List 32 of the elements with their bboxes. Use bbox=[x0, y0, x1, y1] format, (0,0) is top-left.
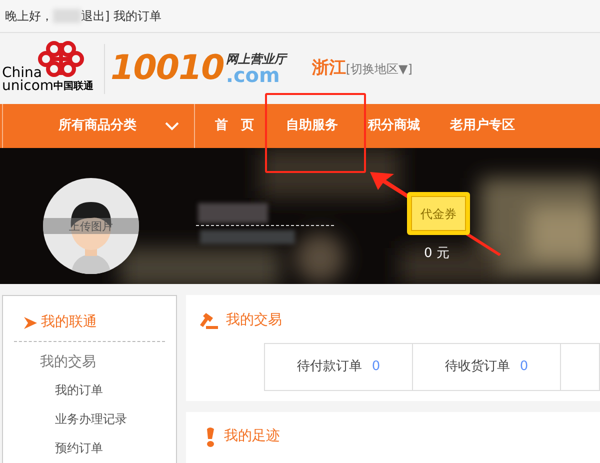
region-name: 浙江 bbox=[312, 56, 346, 80]
sidebar-item[interactable]: 业务办理记录 bbox=[14, 402, 165, 431]
logo-text: China bbox=[2, 66, 42, 80]
nav-link[interactable]: 自助服务 bbox=[286, 116, 338, 136]
my-orders-link[interactable]: 我的订单 bbox=[114, 7, 162, 25]
order-count-cell[interactable]: 待收货订单 0 bbox=[412, 343, 561, 391]
voucher-label: 代金券 bbox=[420, 206, 456, 222]
section-title: 我的足迹 bbox=[224, 427, 280, 446]
nav-link[interactable]: 首 页 bbox=[215, 116, 254, 136]
section-title: 我的交易 bbox=[226, 311, 282, 330]
nav-link[interactable]: 积分商城 bbox=[368, 116, 420, 136]
nav-link[interactable]: 老用户专区 bbox=[450, 116, 515, 136]
logout-link[interactable]: 退出] bbox=[81, 7, 110, 25]
site-number: 10010 bbox=[110, 47, 224, 90]
chevron-down-icon bbox=[164, 122, 178, 130]
order-count-cell bbox=[560, 343, 600, 391]
greeting-text: 晚上好， bbox=[5, 8, 53, 25]
voucher-amount: 0 元 bbox=[424, 245, 450, 263]
blurred-username bbox=[198, 203, 268, 223]
blurred-username bbox=[53, 9, 81, 23]
site-domain: .com bbox=[226, 64, 280, 84]
arrow-right-icon bbox=[24, 316, 37, 328]
sidebar-item[interactable]: 预约订单 bbox=[14, 431, 165, 460]
sidebar-item[interactable]: 我的订单 bbox=[14, 373, 165, 402]
sidebar-section[interactable]: 我的交易 bbox=[14, 342, 165, 373]
order-count-cell[interactable]: 待付款订单 0 bbox=[264, 343, 413, 391]
logo-text: unicom bbox=[2, 80, 54, 92]
sidebar-title: 我的联通 bbox=[41, 313, 97, 332]
switch-region-link[interactable]: [切换地区▼] bbox=[346, 60, 412, 78]
logo-chinese-text: 中国联通 bbox=[54, 80, 94, 92]
site-title: 网上营业厅 bbox=[226, 52, 286, 64]
hammer-icon bbox=[200, 312, 218, 328]
